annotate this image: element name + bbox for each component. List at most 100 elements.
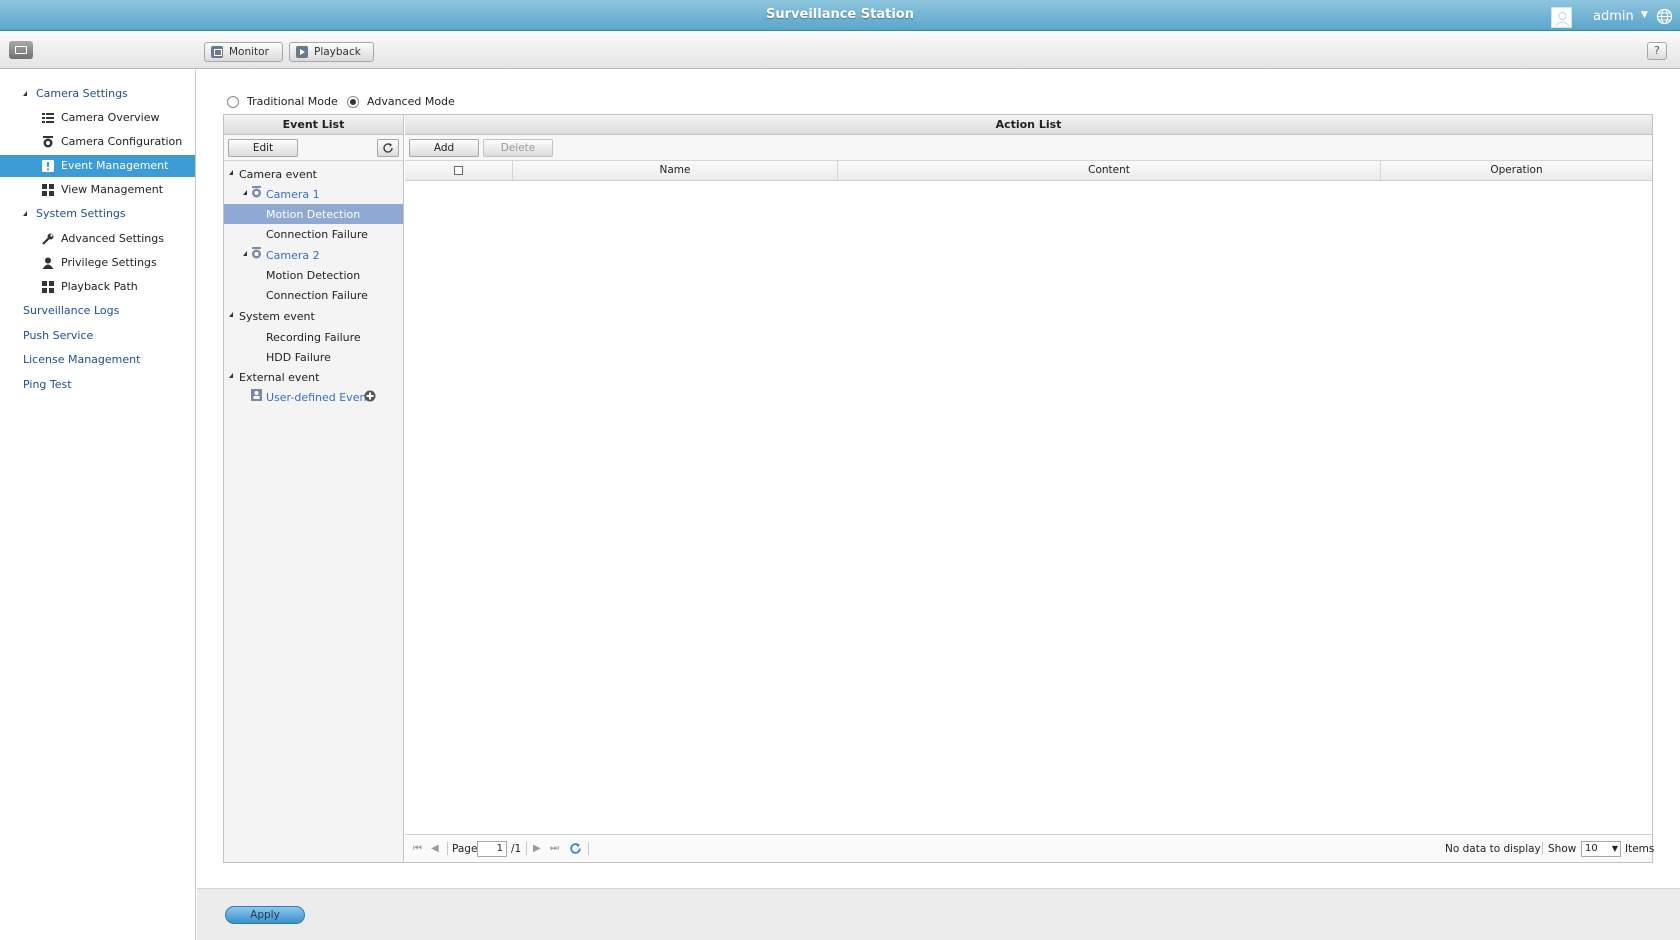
divider — [588, 842, 589, 855]
sidebar-item-label: Push Service — [23, 329, 94, 342]
collapse-triangle-icon[interactable] — [243, 190, 247, 195]
tree-node-label: User-defined Event — [266, 391, 371, 404]
sidebar-item-camera-overview[interactable]: Camera Overview — [0, 107, 195, 129]
tree-node-external-event[interactable]: External event — [224, 367, 403, 387]
collapse-triangle-icon[interactable] — [229, 373, 233, 378]
collapse-triangle-icon[interactable] — [229, 312, 233, 317]
select-all-checkbox[interactable] — [454, 165, 463, 175]
sidebar-item-event-management[interactable]: Event Management — [0, 155, 195, 177]
title-bar: Surveillance Station admin ▼ — [0, 0, 1680, 31]
column-operation[interactable]: Operation — [1381, 161, 1652, 180]
list-icon — [42, 113, 54, 123]
event-list-header: Event List — [224, 115, 403, 135]
tree-node-user-defined-event[interactable]: User-defined Event — [224, 387, 403, 407]
column-content[interactable]: Content — [838, 161, 1381, 180]
collapse-triangle-icon[interactable] — [243, 251, 247, 256]
radio-on-icon[interactable] — [347, 95, 359, 108]
grid-icon — [42, 184, 54, 196]
sidebar-item-camera-configuration[interactable]: Camera Configuration — [0, 131, 195, 153]
sidebar-item-privilege-settings[interactable]: Privilege Settings — [0, 252, 195, 274]
user-event-icon — [251, 389, 262, 401]
collapse-triangle-icon[interactable] — [23, 211, 27, 216]
advanced-mode-radio[interactable]: Advanced Mode — [347, 95, 455, 108]
first-page-icon[interactable]: ⏮ — [413, 843, 422, 854]
tree-node-system-event[interactable]: System event — [224, 306, 403, 326]
sidebar-item-surveillance-logs[interactable]: Surveillance Logs — [0, 300, 195, 322]
tree-node-recording-failure[interactable]: Recording Failure — [224, 327, 403, 347]
app-title: Surveillance Station — [766, 7, 914, 22]
divider — [447, 842, 448, 855]
apply-button[interactable]: Apply — [225, 906, 305, 924]
edit-button[interactable]: Edit — [228, 139, 298, 157]
sidebar-item-label: License Management — [23, 353, 141, 366]
traditional-mode-label: Traditional Mode — [247, 95, 338, 108]
tree-node-motion-detection-2[interactable]: Motion Detection — [224, 265, 403, 285]
sidebar-item-label: Playback Path — [61, 280, 138, 293]
page-size-select[interactable]: 10 ▼ — [1581, 841, 1621, 857]
playback-button[interactable]: Playback — [289, 42, 374, 62]
sidebar-item-push-service[interactable]: Push Service — [0, 325, 195, 347]
user-icon — [42, 257, 54, 269]
refresh-icon[interactable] — [569, 842, 582, 858]
last-page-icon[interactable]: ⏭ — [550, 843, 559, 854]
action-table-header: Name Content Operation — [405, 161, 1652, 181]
sidebar-item-playback-path[interactable]: Playback Path — [0, 276, 195, 298]
page-input[interactable]: 1 — [477, 841, 507, 857]
play-icon — [296, 46, 308, 58]
camera-icon — [43, 136, 53, 148]
tree-node-label: External event — [239, 371, 320, 384]
event-list-panel: Event List Edit Camera event Camera 1 Mo… — [224, 115, 404, 862]
radio-off-icon[interactable] — [227, 95, 239, 108]
user-menu-chevron-down-icon[interactable]: ▼ — [1641, 10, 1648, 20]
sidebar-group-system-settings[interactable]: System Settings — [0, 203, 195, 225]
next-page-icon[interactable]: ▶ — [533, 843, 541, 854]
column-name[interactable]: Name — [513, 161, 838, 180]
sidebar-item-view-management[interactable]: View Management — [0, 179, 195, 201]
wrench-icon — [42, 233, 54, 245]
camera-icon — [252, 247, 261, 259]
collapse-triangle-icon[interactable] — [23, 91, 27, 96]
sidebar-item-label: Advanced Settings — [61, 232, 164, 245]
user-menu[interactable]: admin — [1593, 9, 1634, 24]
tree-node-camera-2[interactable]: Camera 2 — [224, 245, 403, 265]
add-circle-icon[interactable] — [364, 390, 376, 402]
help-button[interactable]: ? — [1647, 42, 1667, 60]
main-menu-button[interactable] — [9, 41, 33, 59]
page-label: Page — [452, 843, 478, 855]
user-avatar-icon[interactable] — [1551, 7, 1572, 28]
tree-node-label: System event — [239, 310, 315, 323]
refresh-button[interactable] — [377, 139, 399, 157]
tree-node-camera-1[interactable]: Camera 1 — [224, 184, 403, 204]
tree-node-motion-detection-1[interactable]: Motion Detection — [224, 204, 403, 224]
prev-page-icon[interactable]: ◀ — [431, 843, 439, 854]
refresh-icon — [383, 143, 393, 153]
tree-node-label: Motion Detection — [266, 269, 361, 282]
event-list-toolbar: Edit — [224, 135, 403, 161]
playback-label: Playback — [314, 46, 361, 58]
sidebar-item-label: View Management — [61, 183, 164, 196]
sidebar-item-license-management[interactable]: License Management — [0, 349, 195, 371]
sidebar-item-label: Camera Overview — [61, 111, 160, 124]
page-total: /1 — [511, 843, 522, 855]
sidebar-item-label: Surveillance Logs — [23, 304, 120, 317]
tree-node-label: Motion Detection — [266, 208, 361, 221]
collapse-triangle-icon[interactable] — [229, 170, 233, 175]
action-list-panel: Action List Add Delete Name Content Oper… — [405, 115, 1654, 862]
sidebar-group-camera-settings[interactable]: Camera Settings — [0, 83, 195, 105]
pagination-bar: ⏮ ◀ Page 1 /1 ▶ ⏭ No data to display Sho… — [405, 834, 1654, 862]
sidebar-item-label: Privilege Settings — [61, 256, 157, 269]
tree-node-connection-failure-2[interactable]: Connection Failure — [224, 285, 403, 305]
sidebar-item-advanced-settings[interactable]: Advanced Settings — [0, 228, 195, 250]
globe-icon[interactable] — [1656, 8, 1673, 25]
sidebar-item-ping-test[interactable]: Ping Test — [0, 374, 195, 396]
add-button[interactable]: Add — [409, 139, 479, 157]
tree-node-camera-event[interactable]: Camera event — [224, 164, 403, 184]
divider — [526, 842, 527, 855]
traditional-mode-radio[interactable]: Traditional Mode — [227, 95, 338, 108]
page-size-value: 10 — [1585, 843, 1598, 854]
tree-node-hdd-failure[interactable]: HDD Failure — [224, 347, 403, 367]
alert-icon — [42, 160, 54, 172]
tree-node-connection-failure-1[interactable]: Connection Failure — [224, 224, 403, 244]
monitor-button[interactable]: Monitor — [204, 42, 283, 62]
delete-button[interactable]: Delete — [483, 139, 553, 157]
